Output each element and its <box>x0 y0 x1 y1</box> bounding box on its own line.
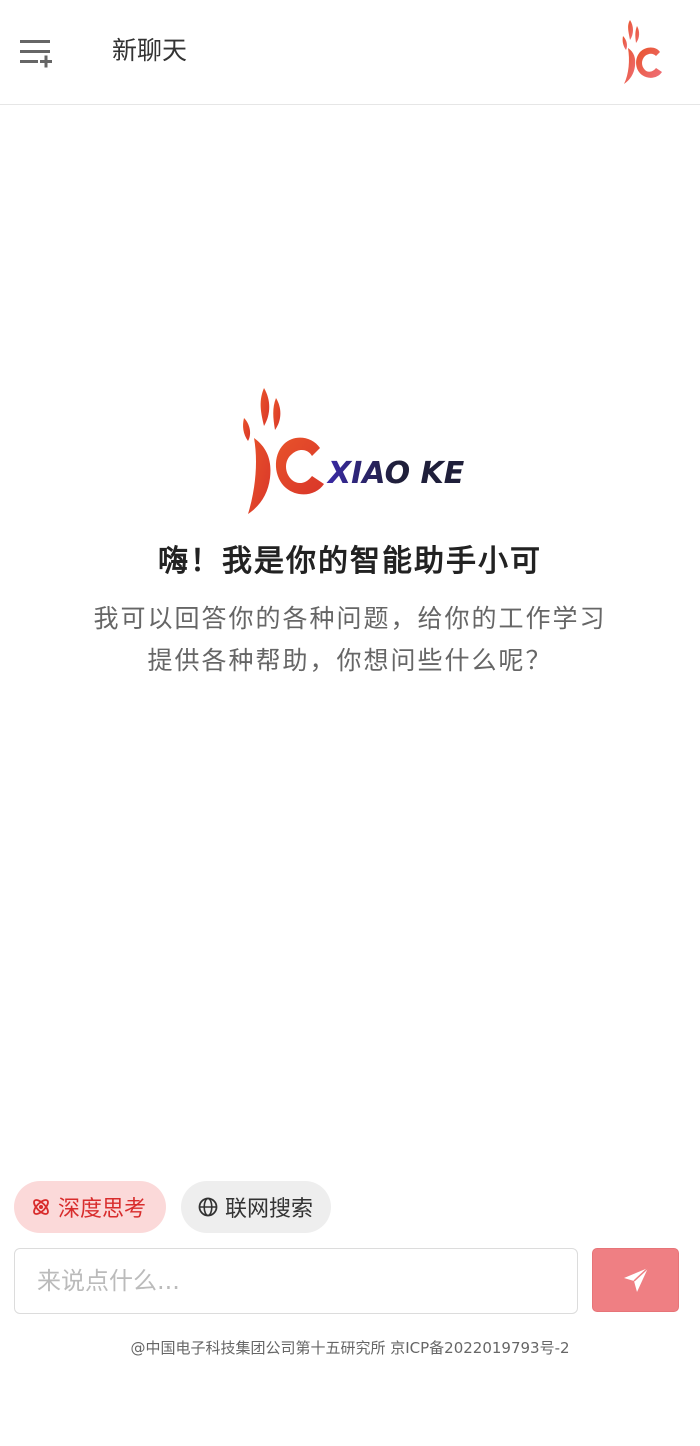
welcome-description: 我可以回答你的各种问题，给你的工作学习提供各种帮助，你想问些什么呢？ <box>93 604 607 675</box>
atom-icon <box>30 1196 52 1218</box>
menu-add-icon <box>20 40 52 68</box>
message-input[interactable] <box>15 1249 577 1313</box>
web-search-toggle[interactable]: 联网搜索 <box>181 1181 331 1233</box>
send-icon <box>623 1267 649 1292</box>
message-input-box <box>14 1248 578 1314</box>
send-button[interactable] <box>592 1248 679 1312</box>
brand-text: XIAO KE <box>326 456 465 491</box>
globe-icon <box>197 1196 219 1218</box>
deep-thinking-toggle[interactable]: 深度思考 <box>14 1181 166 1233</box>
web-search-label: 联网搜索 <box>225 1197 314 1222</box>
chat-page: 新聊天 XIAO KE 嗨！我是你的智能助手小可 我可以回答你的各种问题，给你的… <box>0 0 700 1446</box>
xiaoke-brand-logo: XIAO KE <box>243 388 465 514</box>
top-bar: 新聊天 <box>0 0 700 105</box>
xiaoke-logo-icon[interactable] <box>620 18 666 88</box>
page-title: 新聊天 <box>112 36 188 65</box>
deep-thinking-label: 深度思考 <box>58 1197 147 1222</box>
footer-copyright: @中国电子科技集团公司第十五研究所 京ICP备2022019793号-2 <box>130 1339 570 1357</box>
welcome-title: 嗨！我是你的智能助手小可 <box>158 544 542 579</box>
history-menu-button[interactable] <box>14 30 58 74</box>
